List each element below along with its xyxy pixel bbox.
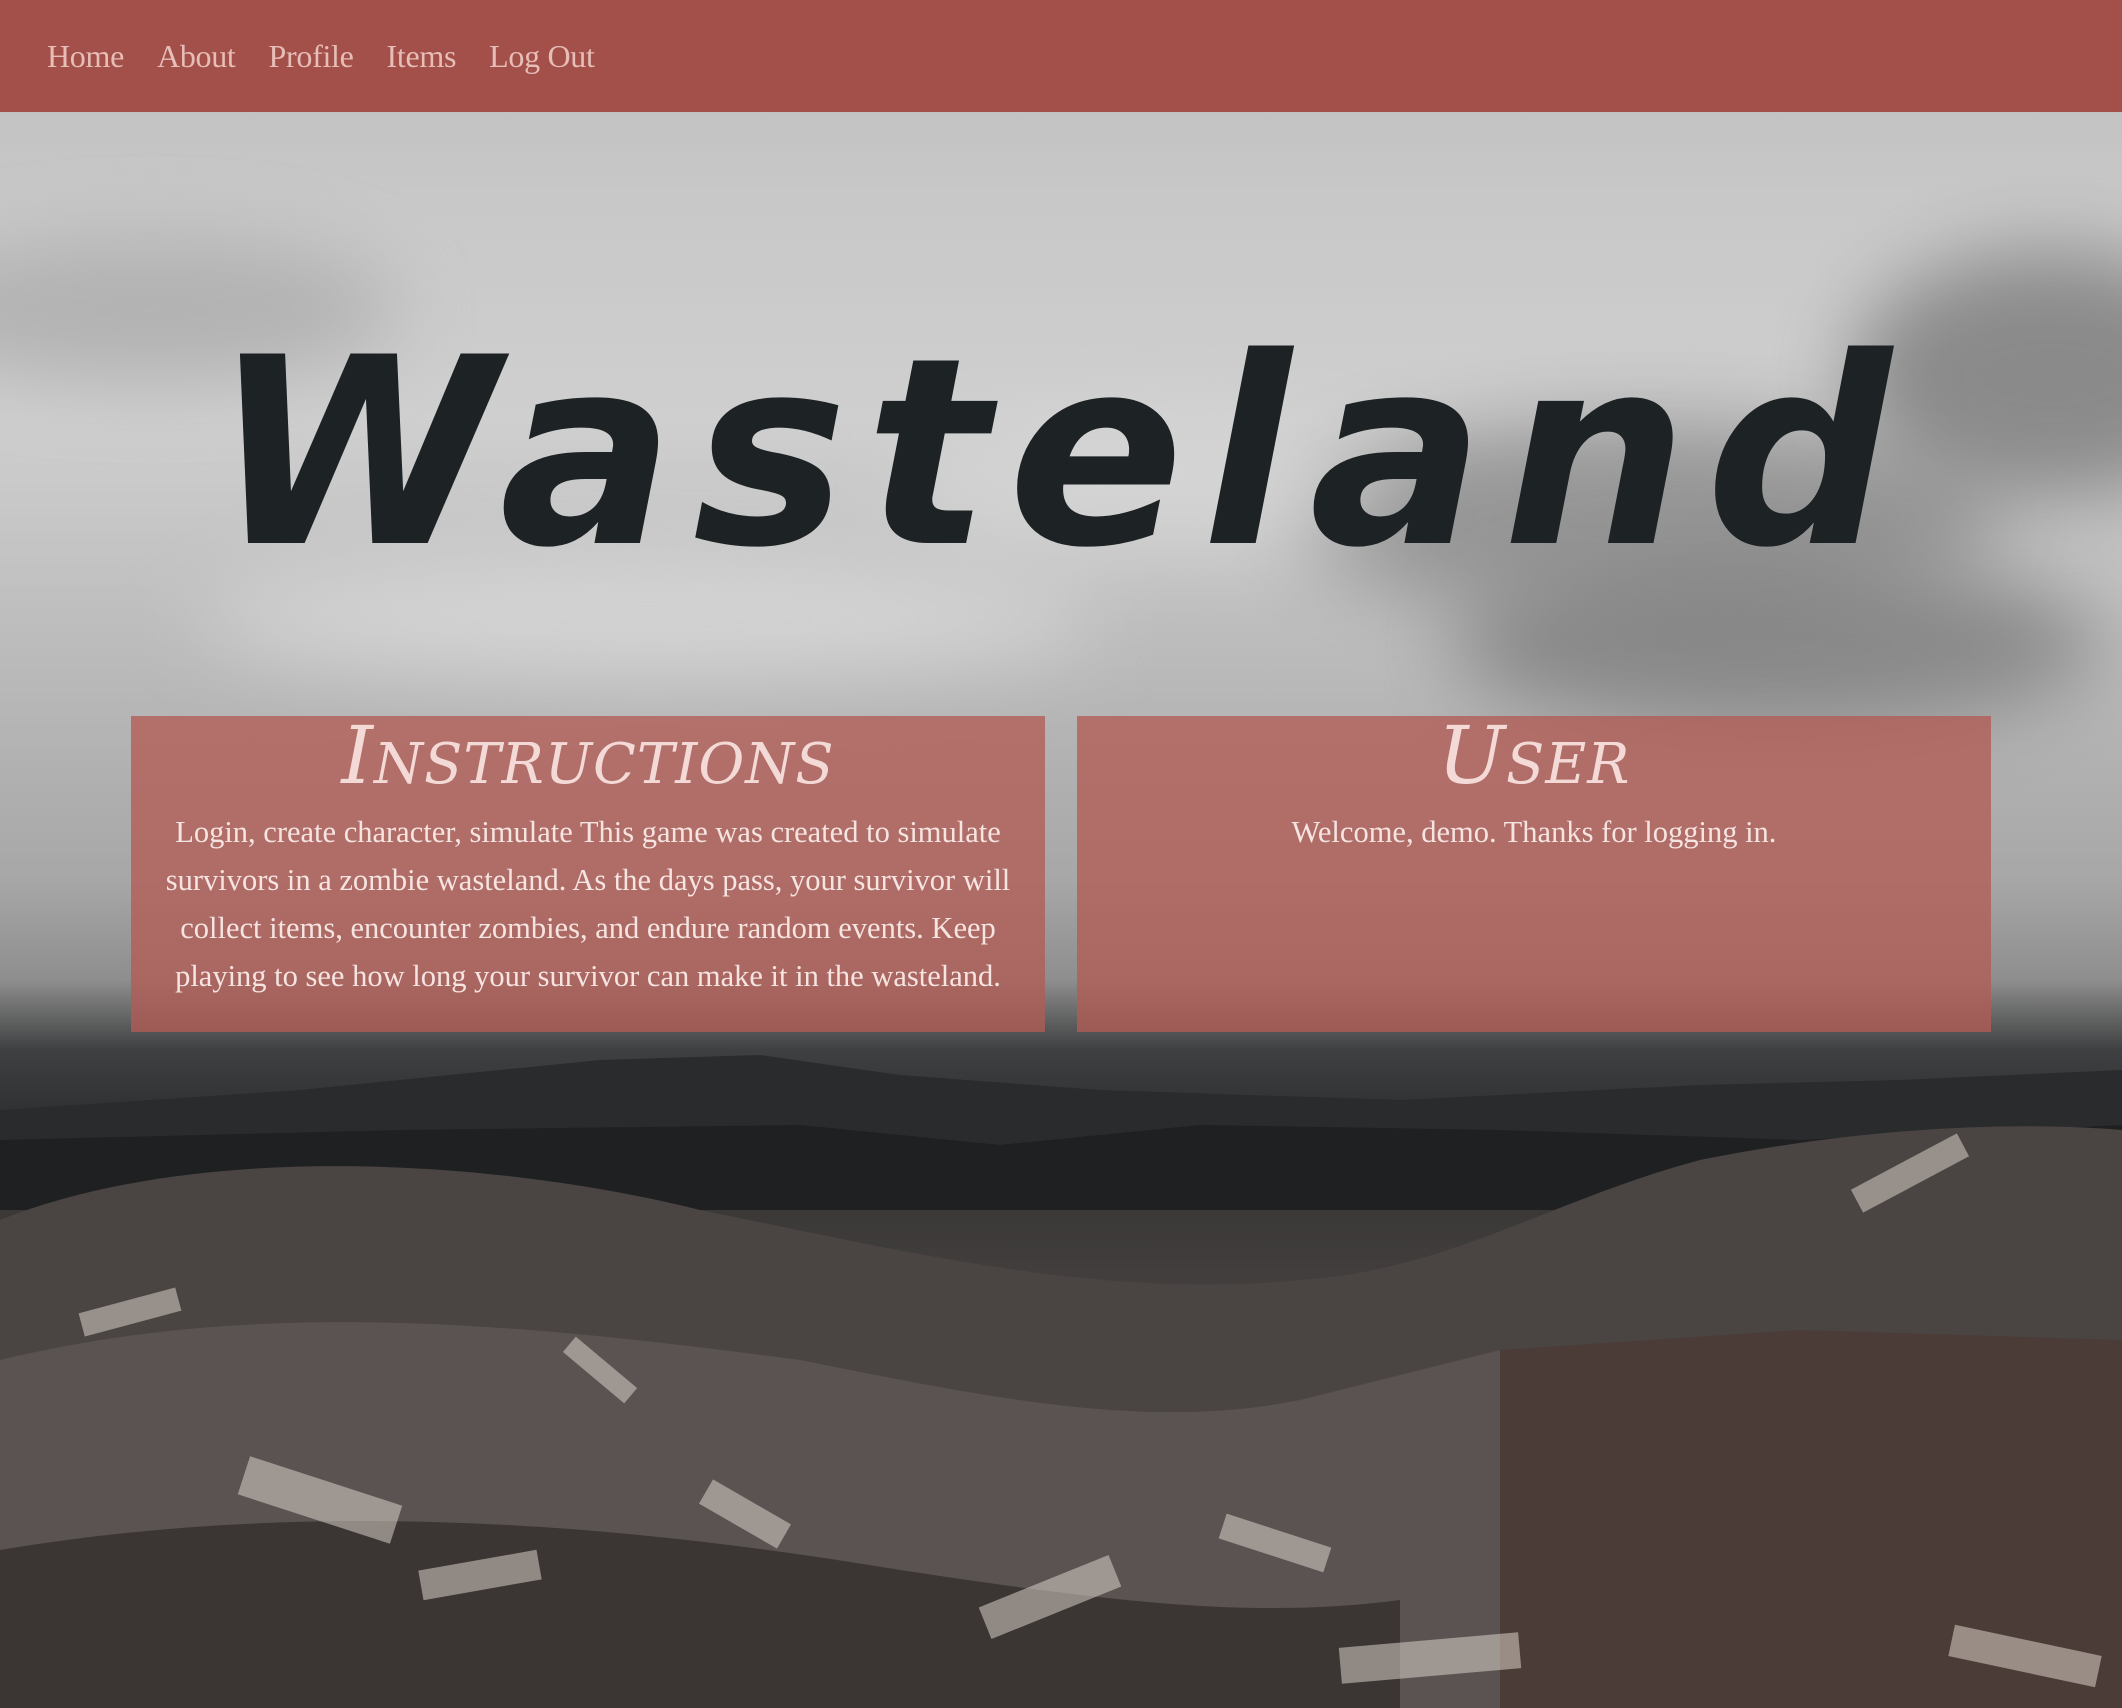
user-panel: User Welcome, demo. Thanks for logging i… [1077, 716, 1991, 1032]
user-heading: User [1437, 709, 1631, 802]
top-nav: Home About Profile Items Log Out [0, 0, 2122, 112]
instructions-heading: Instructions [341, 709, 835, 802]
nav-home-link[interactable]: Home [47, 38, 124, 75]
nav-items-link[interactable]: Items [387, 38, 457, 75]
nav-logout-link[interactable]: Log Out [489, 38, 595, 75]
nav-about-link[interactable]: About [157, 38, 236, 75]
page-title: Wasteland [212, 303, 1910, 606]
user-welcome-text: Welcome, demo. Thanks for logging in. [1291, 815, 1777, 849]
nav-profile-link[interactable]: Profile [269, 38, 354, 75]
instructions-panel: Instructions Login, create character, si… [131, 716, 1045, 1032]
instructions-text: Login, create character, simulate This g… [165, 815, 1011, 993]
